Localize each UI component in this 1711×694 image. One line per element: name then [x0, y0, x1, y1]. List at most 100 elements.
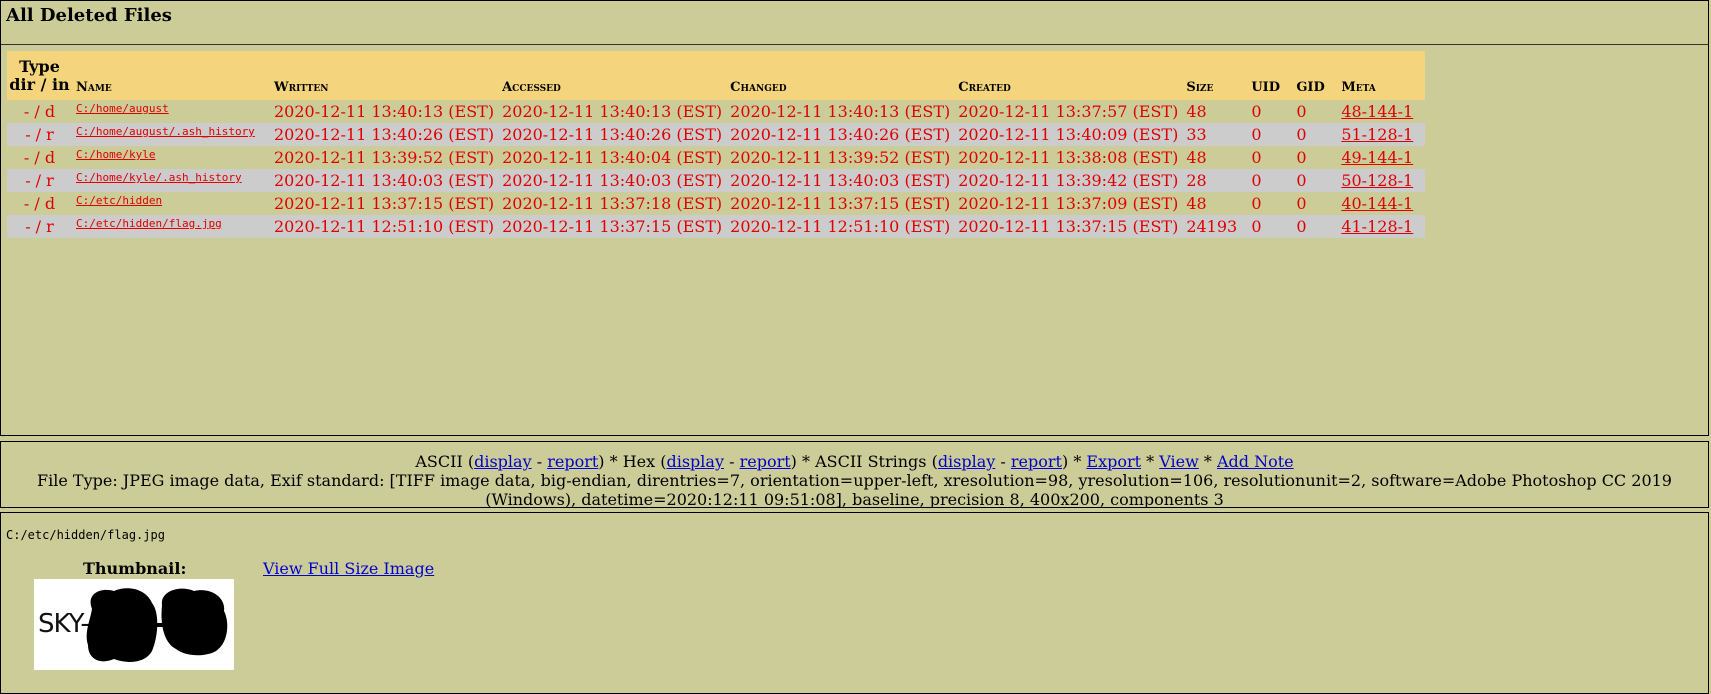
written-cell: 2020-12-11 13:40:03 (EST) — [270, 169, 499, 192]
accessed-cell: 2020-12-11 13:37:18 (EST) — [502, 194, 723, 213]
file-link[interactable]: C:/etc/hidden/flag.jpg — [76, 217, 222, 230]
column-header-accessed: Accessed — [498, 51, 727, 100]
view-full-size-link[interactable]: View Full Size Image — [263, 559, 434, 578]
created-cell: 2020-12-11 13:37:57 (EST) — [958, 102, 1179, 121]
meta-link[interactable]: 48-144-1 — [1341, 102, 1413, 121]
name-cell: C:/home/august — [72, 100, 270, 123]
meta-link[interactable]: 41-128-1 — [1341, 217, 1413, 236]
redaction-scribble — [86, 588, 228, 662]
meta-cell: 40-144-1 — [1337, 192, 1425, 215]
meta-link[interactable]: 40-144-1 — [1341, 194, 1413, 213]
file-link[interactable]: C:/home/kyle — [76, 148, 155, 161]
file-path: C:/etc/hidden/flag.jpg — [6, 528, 165, 542]
size-cell: 48 — [1186, 148, 1207, 167]
ascii-report-link[interactable]: report — [547, 452, 598, 471]
meta-link[interactable]: 49-144-1 — [1341, 148, 1413, 167]
type-cell: - / r — [7, 123, 72, 146]
ascii-display-link[interactable]: display — [474, 452, 532, 471]
column-header-size: Size — [1182, 51, 1248, 100]
hex-label: Hex — [622, 452, 656, 471]
column-header-uid: UID — [1247, 51, 1293, 100]
view-link[interactable]: View — [1159, 452, 1199, 471]
accessed-cell: 2020-12-11 13:40:13 (EST) — [502, 102, 723, 121]
file-link[interactable]: C:/etc/hidden — [76, 194, 162, 207]
changed-cell: 2020-12-11 13:37:15 (EST) — [730, 194, 951, 213]
created-cell: 2020-12-11 13:40:09 (EST) — [954, 123, 1183, 146]
column-header-name: Name — [72, 51, 270, 100]
file-type-info: File Type: JPEG image data, Exif standar… — [37, 471, 1672, 508]
uid-cell: 0 — [1247, 123, 1293, 146]
file-actions-frame: ASCII (display - report) * Hex (display … — [0, 441, 1709, 508]
column-header-changed: Changed — [726, 51, 955, 100]
type-cell: - / r — [7, 169, 72, 192]
size-cell: 48 — [1186, 102, 1207, 121]
column-header-gid: GID — [1292, 51, 1338, 100]
title-divider — [1, 44, 1708, 45]
hex-report-link[interactable]: report — [740, 452, 791, 471]
written-cell: 2020-12-11 13:39:52 (EST) — [274, 148, 495, 167]
meta-link[interactable]: 51-128-1 — [1341, 125, 1413, 144]
table-row: - / r C:/home/august/.ash_history 2020-1… — [7, 123, 1426, 146]
deleted-files-frame: All Deleted Files Type dir / in Name Writ… — [0, 0, 1709, 436]
ascii-label: ASCII — [415, 452, 463, 471]
size-cell: 28 — [1182, 169, 1248, 192]
written-cell: 2020-12-11 13:40:13 (EST) — [274, 102, 495, 121]
meta-cell: 41-128-1 — [1337, 215, 1426, 238]
type-cell: - / d — [23, 194, 56, 213]
column-header-written: Written — [270, 51, 499, 100]
add-note-link[interactable]: Add Note — [1217, 452, 1294, 471]
strings-report-link[interactable]: report — [1011, 452, 1062, 471]
deleted-files-table: Type dir / in Name Written Accessed Chang… — [7, 51, 1426, 238]
size-cell: 24193 — [1182, 215, 1248, 238]
written-cell: 2020-12-11 13:37:15 (EST) — [274, 194, 495, 213]
file-link[interactable]: C:/home/august/.ash_history — [76, 125, 255, 138]
name-cell: C:/etc/hidden/flag.jpg — [72, 215, 270, 238]
file-link[interactable]: C:/home/august — [76, 102, 169, 115]
hex-display-link[interactable]: display — [666, 452, 724, 471]
gid-cell: 0 — [1296, 194, 1307, 213]
file-actions-toolbar: ASCII (display - report) * Hex (display … — [415, 452, 1294, 471]
table-row: - / d C:/etc/hidden 2020-12-11 13:37:15 … — [7, 192, 1425, 215]
thumbnail-label: Thumbnail: — [83, 559, 187, 578]
changed-cell: 2020-12-11 13:40:26 (EST) — [726, 123, 955, 146]
gid-cell: 0 — [1292, 123, 1338, 146]
table-header-row: Type dir / in Name Written Accessed Chang… — [7, 51, 1426, 100]
uid-cell: 0 — [1251, 148, 1262, 167]
table-row: - / d C:/home/kyle 2020-12-11 13:39:52 (… — [7, 146, 1425, 169]
table-row: - / d C:/home/august 2020-12-11 13:40:13… — [7, 100, 1425, 123]
changed-cell: 2020-12-11 13:39:52 (EST) — [730, 148, 951, 167]
gid-cell: 0 — [1296, 102, 1307, 121]
page-title: All Deleted Files — [6, 5, 172, 26]
column-header-meta: Meta — [1337, 51, 1426, 100]
changed-cell: 2020-12-11 13:40:03 (EST) — [726, 169, 955, 192]
meta-cell: 51-128-1 — [1337, 123, 1426, 146]
meta-cell: 50-128-1 — [1337, 169, 1426, 192]
meta-cell: 48-144-1 — [1337, 100, 1425, 123]
type-cell: - / d — [23, 102, 56, 121]
type-cell: - / d — [23, 148, 56, 167]
written-cell: 2020-12-11 12:51:10 (EST) — [270, 215, 499, 238]
export-link[interactable]: Export — [1086, 452, 1141, 471]
gid-cell: 0 — [1292, 215, 1338, 238]
accessed-cell: 2020-12-11 13:37:15 (EST) — [498, 215, 727, 238]
changed-cell: 2020-12-11 12:51:10 (EST) — [726, 215, 955, 238]
meta-link[interactable]: 50-128-1 — [1341, 171, 1413, 190]
accessed-cell: 2020-12-11 13:40:26 (EST) — [498, 123, 727, 146]
gid-cell: 0 — [1292, 169, 1338, 192]
written-cell: 2020-12-11 13:40:26 (EST) — [270, 123, 499, 146]
file-link[interactable]: C:/home/kyle/.ash_history — [76, 171, 242, 184]
strings-display-link[interactable]: display — [938, 452, 996, 471]
accessed-cell: 2020-12-11 13:40:04 (EST) — [502, 148, 723, 167]
uid-cell: 0 — [1247, 215, 1293, 238]
file-viewer-frame: C:/etc/hidden/flag.jpg Thumbnail: SKY- V… — [0, 512, 1709, 694]
meta-cell: 49-144-1 — [1337, 146, 1425, 169]
created-cell: 2020-12-11 13:37:09 (EST) — [958, 194, 1179, 213]
table-row: - / r C:/home/kyle/.ash_history 2020-12-… — [7, 169, 1426, 192]
thumbnail-image[interactable]: SKY- — [34, 579, 234, 670]
column-header-created: Created — [954, 51, 1183, 100]
name-cell: C:/home/kyle/.ash_history — [72, 169, 270, 192]
gid-cell: 0 — [1296, 148, 1307, 167]
name-cell: C:/home/august/.ash_history — [72, 123, 270, 146]
changed-cell: 2020-12-11 13:40:13 (EST) — [730, 102, 951, 121]
name-cell: C:/etc/hidden — [72, 192, 270, 215]
